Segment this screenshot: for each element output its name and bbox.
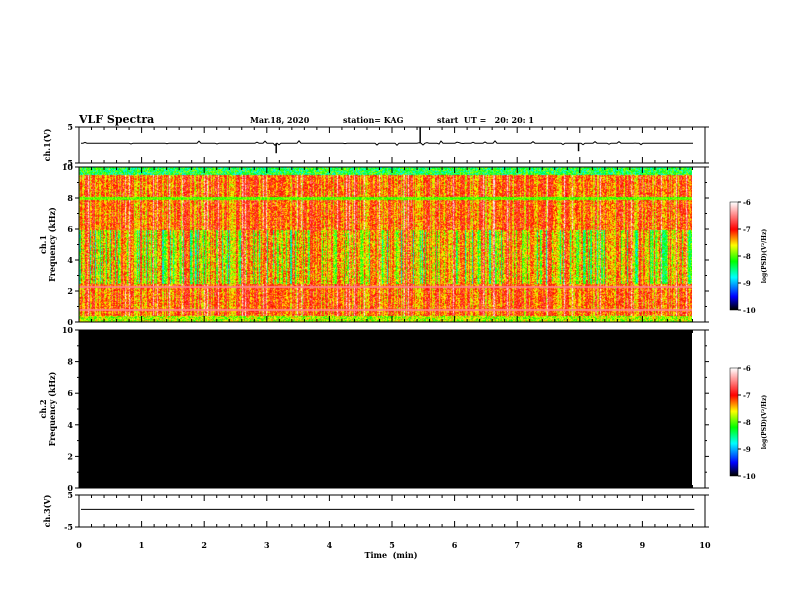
y-tick-label: 5 (67, 490, 73, 500)
colorbar-tick-label: -6 (743, 198, 751, 207)
colorbar-frame (729, 201, 739, 311)
y-tick-label: 6 (67, 224, 73, 234)
y-axis-label: ch.3(V) (42, 494, 52, 527)
y-axis-label: ch.1(V) (42, 128, 52, 161)
y-tick-label: 2 (67, 286, 73, 296)
colorbar-tick-label: -9 (743, 445, 751, 454)
colorbar-label: log(PSD)(V²/Hz) (761, 395, 768, 450)
colorbar-label: log(PSD)(V²/Hz) (761, 229, 768, 284)
y-tick-label: 6 (67, 388, 73, 398)
y-tick-label: 8 (67, 193, 73, 203)
x-tick-label: 8 (577, 540, 583, 550)
y-tick-label: 4 (67, 420, 73, 430)
x-tick-label: 1 (139, 540, 145, 550)
ch1-waveform-trace (81, 140, 693, 147)
colorbar-tick-label: -7 (743, 391, 751, 400)
x-tick-label: 0 (76, 540, 82, 550)
colorbar-frame (729, 367, 739, 477)
y-tick-label: 4 (67, 255, 73, 265)
y-tick-label: -5 (64, 522, 73, 532)
colorbar-tick-label: -8 (743, 418, 751, 427)
x-tick-label: 2 (201, 540, 207, 550)
vlf-plot: VLF Spectra Mar.18, 2020 station= KAG st… (38, 113, 768, 560)
x-axis-label: Time (min) (364, 550, 417, 560)
y-tick-label: 2 (67, 451, 73, 461)
colorbar-tick-label: -10 (743, 306, 756, 315)
colorbar-tick-label: -6 (743, 364, 751, 373)
x-tick-label: 4 (327, 540, 333, 550)
colorbar-tick-label: -10 (743, 472, 756, 481)
ch1-spectrogram-frame (78, 166, 706, 323)
station-label: station= KAG (343, 115, 404, 125)
x-tick-label: 5 (389, 540, 395, 550)
y-axis-label: Frequency (kHz) (47, 207, 57, 282)
x-tick-label: 9 (640, 540, 646, 550)
y-tick-label: 10 (62, 162, 74, 172)
colorbar-tick-label: -9 (743, 279, 751, 288)
x-tick-label: 10 (699, 540, 711, 550)
y-tick-label: 8 (67, 357, 73, 367)
x-tick-label: 3 (264, 540, 270, 550)
plot-title: VLF Spectra (78, 113, 154, 126)
x-tick-label: 6 (452, 540, 458, 550)
x-tick-label: 7 (514, 540, 520, 550)
ch2-spectrogram-frame (78, 329, 706, 489)
colorbar-tick-label: -7 (743, 225, 751, 234)
colorbar-tick-label: -8 (743, 252, 751, 261)
y-axis-label: Frequency (kHz) (47, 371, 57, 446)
start-time-label: start UT = 20: 20: 1 (437, 115, 534, 125)
date-label: Mar.18, 2020 (250, 115, 310, 125)
y-tick-label: 10 (62, 325, 74, 335)
y-tick-label: 5 (67, 122, 73, 132)
